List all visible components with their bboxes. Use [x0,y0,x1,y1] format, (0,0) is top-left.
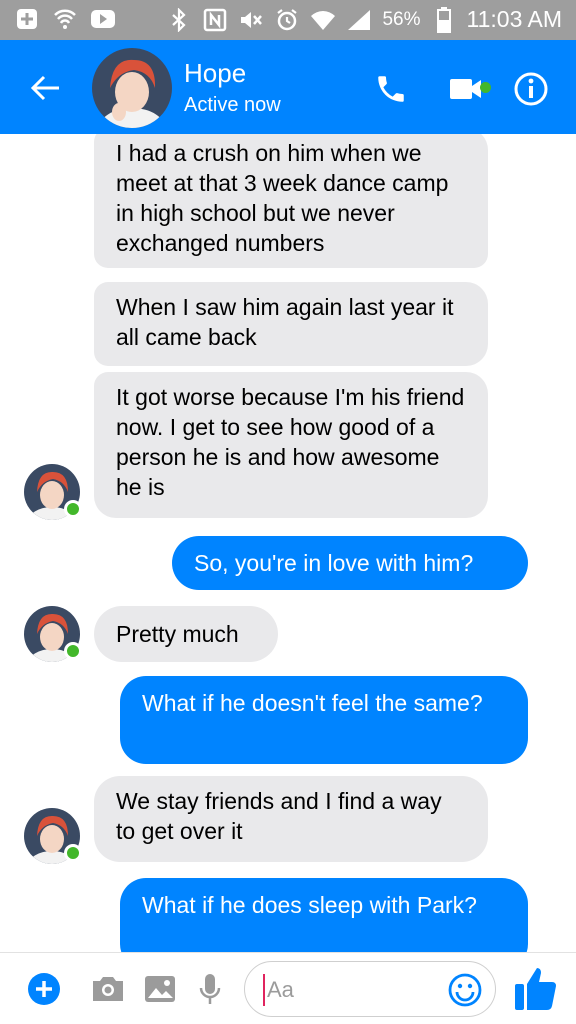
contact-avatar[interactable] [92,48,172,128]
nfc-icon [202,7,228,33]
back-button[interactable] [26,68,66,108]
like-button[interactable] [512,963,558,1013]
camera-icon [93,977,123,1001]
contact-name: Hope [184,58,247,88]
back-arrow-icon [31,75,59,101]
wifi-call-icon [52,6,78,32]
message-sent[interactable]: What if he does sleep with Park? [120,878,528,952]
signal-icon [346,7,372,33]
youtube-icon [90,6,116,32]
message-received[interactable]: It got worse because I'm his friend now.… [94,372,488,518]
info-icon [514,72,548,106]
microphone-icon [199,974,221,1004]
message-sent[interactable]: So, you're in love with him? [172,536,528,590]
message-received[interactable]: I had a crush on him when we meet at tha… [94,134,488,268]
add-icon [14,6,40,32]
gallery-button[interactable] [140,969,180,1009]
online-indicator [64,642,82,660]
status-bar-system: 56% 11:03 AM [166,6,562,33]
mute-icon [238,7,264,33]
clock: 11:03 AM [466,6,562,32]
message-received[interactable]: Pretty much [94,606,278,662]
thumbs-up-icon [515,968,556,1010]
voice-call-button[interactable] [370,68,412,110]
emoji-button[interactable] [445,970,485,1010]
phone-icon [378,76,404,102]
smiley-icon [448,973,482,1007]
message-list[interactable]: I had a crush on him when we meet at tha… [0,134,576,952]
status-bar: 56% 11:03 AM [0,0,576,40]
message-received[interactable]: We stay friends and I find a way to get … [94,776,488,862]
online-indicator [64,844,82,862]
plus-circle-icon [28,973,60,1005]
video-call-button[interactable] [440,68,496,110]
info-button[interactable] [510,68,552,110]
video-active-dot [480,82,491,93]
camera-button[interactable] [88,969,128,1009]
alarm-icon [274,7,300,33]
message-input[interactable] [263,974,443,1006]
status-bar-notifications [14,6,116,32]
voice-message-button[interactable] [190,969,230,1009]
more-actions-button[interactable] [24,969,64,1009]
message-sent[interactable]: What if he doesn't feel the same? [120,676,528,764]
wifi-icon [310,7,336,33]
battery-percent: 56% [382,8,421,30]
bluetooth-icon [166,7,192,33]
online-indicator [64,500,82,518]
image-icon [145,976,175,1002]
battery-icon [431,6,457,33]
contact-status: Active now [184,94,281,116]
conversation-header: Hope Active now [0,40,576,134]
message-input-container[interactable] [244,961,496,1017]
message-received[interactable]: When I saw him again last year it all ca… [94,282,488,366]
composer-bar [0,952,576,1024]
